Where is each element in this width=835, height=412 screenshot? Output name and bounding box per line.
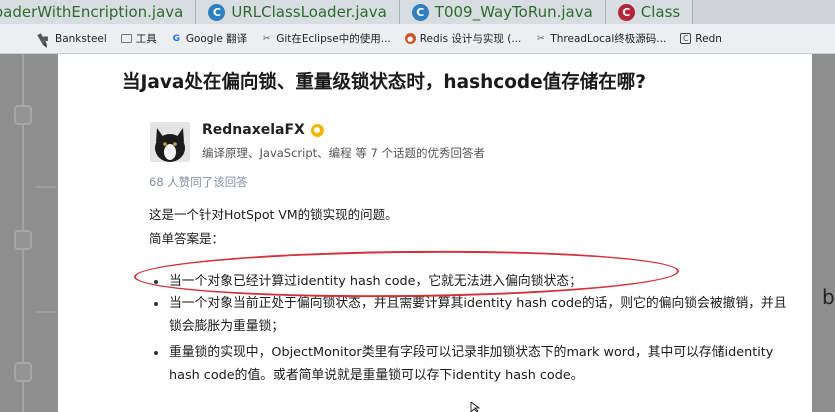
- cc-icon: ✂: [537, 33, 545, 44]
- bookmark-item[interactable]: G Google 翻译: [171, 31, 248, 46]
- answer-short-label: 简单答案是：: [149, 231, 225, 246]
- bookmark-item[interactable]: ● Redis 设计与实现 (...: [404, 31, 522, 46]
- cc-icon: C: [680, 33, 692, 44]
- bookmark-item[interactable]: C Redn: [680, 33, 722, 45]
- editor-tab[interactable]: oaderWithEncription.java: [0, 0, 197, 24]
- git-icon: ✂: [262, 33, 271, 44]
- bookmark-label: Google 翻译: [185, 33, 248, 45]
- author-name-text: RednaxelaFX: [202, 122, 305, 138]
- list-item: 当一个对象当前正处于偏向锁状态，并且需要计算其identity hash cod…: [149, 292, 799, 338]
- avatar-image-icon: [150, 122, 190, 162]
- bookmark-label: Redis 设计与实现 (...: [419, 33, 522, 45]
- bookmark-label: 工具: [135, 33, 157, 45]
- question-title[interactable]: 当Java处在偏向锁、重量级锁状态时，hashcode值存储在哪?: [122, 68, 646, 94]
- java-class-icon: C: [411, 3, 429, 21]
- divider: [36, 186, 56, 188]
- author-bio: 编译原理、JavaScript、编程 等 7 个话题的优秀回答者: [202, 145, 485, 161]
- google-icon: G: [172, 33, 180, 44]
- bookmark-label: Git在Eclipse中的使用...: [276, 33, 391, 45]
- author-topics: 编译原理、JavaScript、编程: [202, 146, 352, 160]
- bookmark-item[interactable]: 工具: [120, 31, 157, 46]
- bookmark-label: ThreadLocal终极源码...: [550, 33, 667, 45]
- excellent-answerer-badge-icon: [310, 123, 324, 137]
- bookmarks-bar: ▪ Banksteel 工具 G Google 翻译 ✂ Git在Eclipse…: [0, 24, 835, 54]
- editor-tab[interactable]: C T009_WayToRun.java: [399, 0, 606, 24]
- editor-tab-label: URLClassLoader.java: [231, 3, 387, 21]
- right-gutter: [812, 54, 835, 412]
- bookmark-item[interactable]: ✂ Git在Eclipse中的使用...: [261, 31, 391, 46]
- author-name[interactable]: RednaxelaFX: [202, 122, 324, 138]
- answer-intro: 这是一个针对HotSpot VM的锁实现的问题。: [149, 207, 398, 222]
- editor-code-fragment: b: [822, 285, 835, 309]
- divider: [36, 311, 56, 313]
- java-class-icon: C: [208, 3, 226, 21]
- avatar[interactable]: [150, 122, 190, 162]
- slider-handle[interactable]: [14, 230, 32, 250]
- list-item: 重量锁的实现中，ObjectMonitor类里有字段可以记录非加锁状态下的mar…: [149, 341, 804, 387]
- bookmark-label: Redn: [695, 32, 722, 45]
- editor-tab-label: T009_WayToRun.java: [434, 3, 593, 21]
- java-class-red-icon: C: [617, 3, 635, 21]
- slider-handle[interactable]: [14, 362, 32, 382]
- bookmark-label: Banksteel: [55, 32, 107, 45]
- editor-tab-label: oaderWithEncription.java: [0, 3, 184, 21]
- folder-icon: [120, 34, 132, 43]
- editor-tab-label: Class: [640, 3, 681, 21]
- bookmark-item[interactable]: ✂ ThreadLocal终极源码...: [535, 31, 666, 46]
- author-topics-count: 等 7 个话题的优秀回答者: [355, 146, 485, 160]
- redis-icon: ●: [404, 33, 416, 44]
- answer-panel: 当Java处在偏向锁、重量级锁状态时，hashcode值存储在哪? Rednax…: [58, 54, 812, 412]
- mouse-cursor-icon: [470, 402, 480, 412]
- editor-tab-strip: oaderWithEncription.java C URLClassLoade…: [0, 0, 835, 24]
- vote-count: 68 人赞同了该回答: [149, 175, 248, 189]
- editor-tab[interactable]: C URLClassLoader.java: [196, 0, 400, 24]
- slider-handle[interactable]: [14, 105, 32, 125]
- editor-tab[interactable]: C Class: [605, 0, 694, 24]
- list-item: 当一个对象已经计算过identity hash code，它就无法进入偏向锁状态…: [149, 270, 804, 293]
